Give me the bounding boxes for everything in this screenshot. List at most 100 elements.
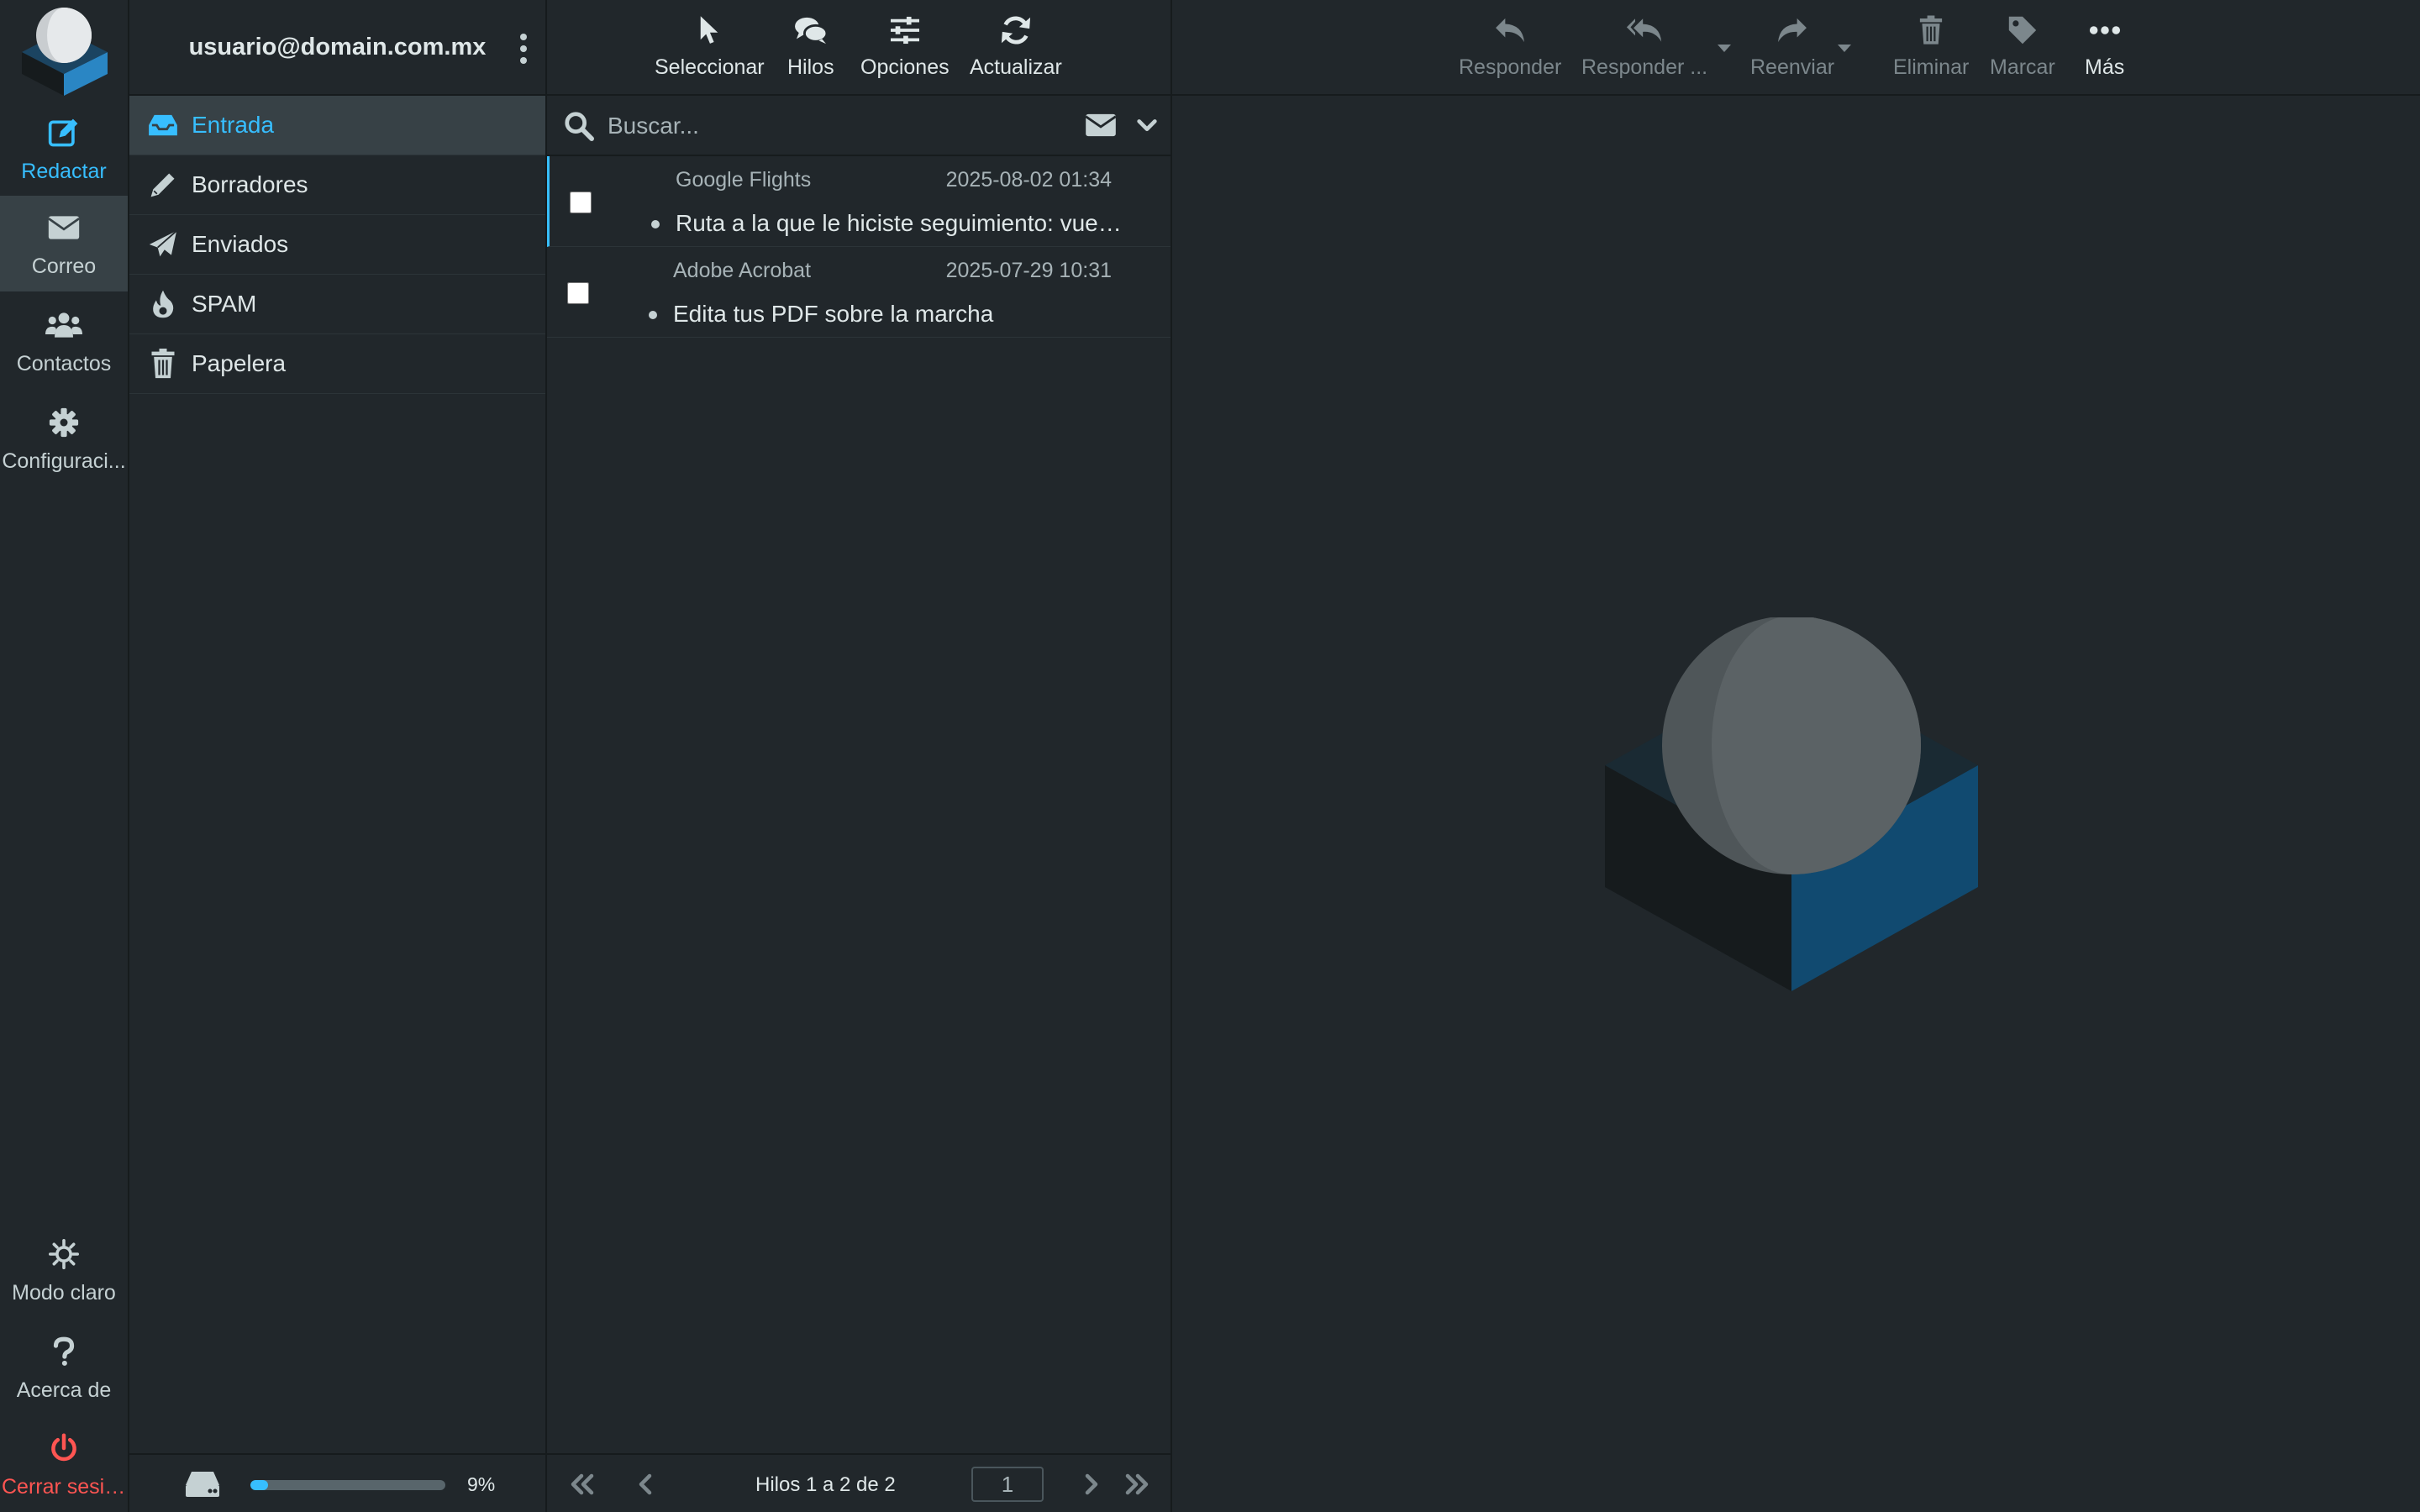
message-checkbox[interactable] <box>567 282 589 304</box>
message-sender: Google Flights <box>676 168 812 192</box>
settings-button[interactable]: Configuraci... <box>0 391 128 486</box>
reply-button[interactable]: Responder <box>1459 12 1561 80</box>
delete-label: Eliminar <box>1893 55 1970 79</box>
gear-icon <box>45 404 82 441</box>
threads-button[interactable]: Hilos <box>787 12 834 80</box>
reply-all-label: Responder ... <box>1581 55 1708 79</box>
search-icon <box>564 111 596 143</box>
logout-label: Cerrar sesión <box>2 1474 126 1499</box>
mail-label: Correo <box>31 254 97 278</box>
select-button[interactable]: Seleccionar <box>655 12 765 80</box>
sliders-icon <box>886 12 923 49</box>
logout-button[interactable]: Cerrar sesión <box>0 1416 128 1512</box>
message-date: 2025-07-29 10:31 <box>945 259 1112 282</box>
compose-button[interactable]: Redactar <box>0 101 128 197</box>
power-icon <box>45 1430 82 1467</box>
previous-page-icon[interactable] <box>631 1470 661 1499</box>
folder-label: Enviados <box>192 231 289 257</box>
sun-icon <box>45 1236 82 1273</box>
tag-icon <box>2004 12 2041 49</box>
refresh-icon <box>997 12 1034 49</box>
forward-label: Reenviar <box>1750 55 1835 79</box>
quota-progress-fill <box>250 1480 268 1490</box>
quota-progress-bar <box>250 1480 445 1490</box>
folder-trash[interactable]: Papelera <box>129 334 545 394</box>
next-page-icon[interactable] <box>1076 1470 1106 1499</box>
delete-button[interactable]: Eliminar <box>1893 12 1969 80</box>
message-subject: Ruta a la que le hiciste seguimiento: vu… <box>676 210 1126 236</box>
list-toolbar: Seleccionar Hilos Opciones Actualizar <box>547 0 1171 96</box>
forward-button[interactable]: Reenviar <box>1750 12 1834 80</box>
message-row[interactable]: Google Flights 2025-08-02 01:34 Ruta a l… <box>547 156 1171 247</box>
forward-dropdown-icon[interactable] <box>1837 44 1852 54</box>
message-checkbox[interactable] <box>570 192 592 213</box>
message-toolbar: Responder Responder ... Reenviar Elimina… <box>1172 0 2420 96</box>
folder-label: Borradores <box>192 171 308 197</box>
contacts-button[interactable]: Contactos <box>0 293 128 389</box>
account-email: usuario@domain.com.mx <box>188 33 487 60</box>
question-icon <box>45 1333 82 1370</box>
pencil-icon <box>146 168 180 202</box>
forward-icon <box>1774 12 1811 49</box>
reply-all-button[interactable]: Responder ... <box>1581 12 1707 80</box>
select-label: Seleccionar <box>655 55 765 79</box>
about-button[interactable]: Acerca de <box>0 1320 128 1415</box>
more-label: Más <box>2085 55 2125 79</box>
unread-dot-icon <box>649 311 657 319</box>
folder-inbox[interactable]: Entrada <box>129 96 545 155</box>
envelope-icon <box>45 209 82 246</box>
last-page-icon[interactable] <box>1122 1470 1152 1499</box>
search-input[interactable] <box>608 108 1078 144</box>
threads-label: Hilos <box>787 55 834 79</box>
unread-dot-icon <box>651 220 660 228</box>
folder-label: Entrada <box>192 112 275 138</box>
pagination-bar: Hilos 1 a 2 de 2 <box>547 1453 1171 1512</box>
comments-icon <box>792 12 829 49</box>
chevron-down-icon[interactable] <box>1135 114 1160 139</box>
options-button[interactable]: Opciones <box>860 12 950 80</box>
mark-label: Marcar <box>1990 55 2055 79</box>
folder-sent[interactable]: Enviados <box>129 215 545 275</box>
inbox-icon <box>146 108 180 142</box>
contacts-label: Contactos <box>16 351 112 375</box>
reply-icon <box>1491 12 1528 49</box>
about-label: Acerca de <box>16 1378 112 1402</box>
first-page-icon[interactable] <box>567 1470 597 1499</box>
trash-icon <box>1912 12 1949 49</box>
more-button[interactable]: Más <box>2085 12 2124 80</box>
mark-button[interactable]: Marcar <box>1990 12 2055 80</box>
folder-list-panel: usuario@domain.com.mx Entrada Borradores <box>129 0 547 1512</box>
reply-all-dropdown-icon[interactable] <box>1717 44 1732 54</box>
kebab-menu-icon[interactable] <box>515 32 532 66</box>
page-number-input[interactable] <box>971 1467 1044 1502</box>
account-header: usuario@domain.com.mx <box>129 0 545 96</box>
theme-toggle-button[interactable]: Modo claro <box>0 1222 128 1318</box>
folder-drafts[interactable]: Borradores <box>129 155 545 215</box>
ellipsis-icon <box>2086 12 2123 49</box>
trash-icon <box>146 347 180 381</box>
compose-icon <box>45 114 82 151</box>
folder-label: SPAM <box>192 291 257 317</box>
options-label: Opciones <box>860 55 950 79</box>
message-sender: Adobe Acrobat <box>673 259 812 282</box>
message-date: 2025-08-02 01:34 <box>945 168 1112 192</box>
message-row[interactable]: Adobe Acrobat 2025-07-29 10:31 Edita tus… <box>547 247 1171 338</box>
mail-button[interactable]: Correo <box>0 196 128 291</box>
message-subject: Edita tus PDF sobre la marcha <box>673 301 994 327</box>
theme-label: Modo claro <box>12 1280 116 1305</box>
thread-count: Hilos 1 a 2 de 2 <box>755 1473 896 1496</box>
compose-label: Redactar <box>21 159 107 183</box>
users-icon <box>45 307 82 344</box>
folder-label: Papelera <box>192 350 287 376</box>
reply-label: Responder <box>1459 55 1562 79</box>
folder-spam[interactable]: SPAM <box>129 275 545 334</box>
roundcube-logo[interactable] <box>17 5 113 96</box>
quota-widget: 9% <box>129 1453 545 1512</box>
message-list-panel: Seleccionar Hilos Opciones Actualizar Bu… <box>547 0 1172 1512</box>
taskbar: Redactar Correo Contactos Configuraci...… <box>0 0 129 1512</box>
paper-plane-icon <box>146 228 180 261</box>
reply-all-icon <box>1626 12 1663 49</box>
search-scope-envelope-icon[interactable] <box>1085 113 1118 139</box>
refresh-button[interactable]: Actualizar <box>970 12 1062 80</box>
preview-pane: Responder Responder ... Reenviar Elimina… <box>1172 0 2420 1512</box>
